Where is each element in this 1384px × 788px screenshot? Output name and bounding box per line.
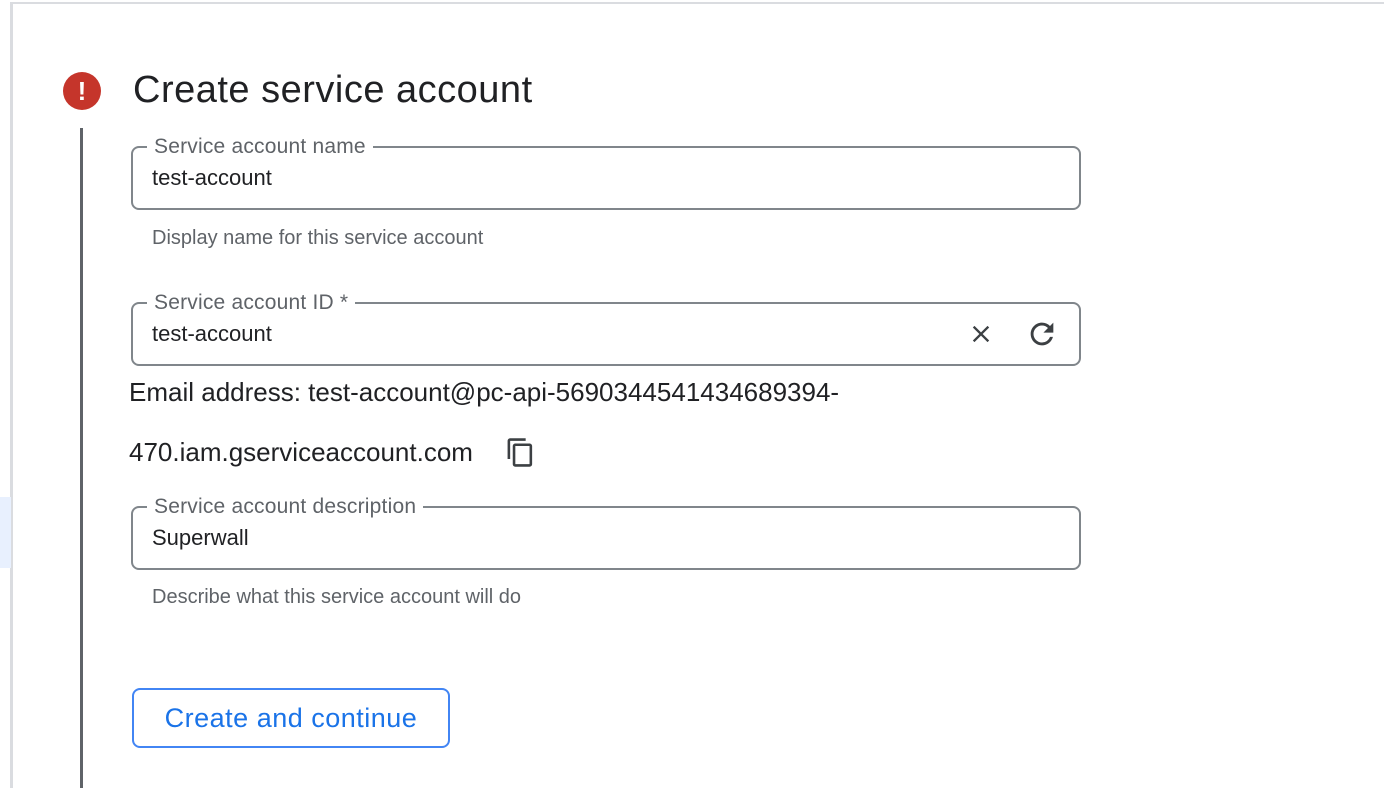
email-address-block: Email address: test-account@pc-api-56903… bbox=[129, 362, 839, 482]
stepper-connector-line bbox=[80, 128, 83, 788]
create-and-continue-label: Create and continue bbox=[165, 703, 418, 734]
service-account-id-field: Service account ID * bbox=[131, 302, 1081, 366]
id-field-actions bbox=[967, 304, 1059, 364]
nav-highlight-sliver bbox=[0, 497, 11, 568]
panel-left-border bbox=[10, 2, 13, 788]
refresh-icon bbox=[1025, 317, 1059, 351]
exclamation-glyph: ! bbox=[78, 78, 87, 104]
service-account-id-label: Service account ID * bbox=[147, 291, 355, 315]
content-copy-icon bbox=[505, 437, 536, 468]
close-x-icon bbox=[967, 320, 995, 348]
email-address-line1: Email address: test-account@pc-api-56903… bbox=[129, 362, 839, 422]
service-account-name-helper: Display name for this service account bbox=[152, 227, 483, 249]
error-step-icon: ! bbox=[63, 72, 101, 110]
page-title: Create service account bbox=[133, 66, 533, 114]
service-account-description-helper: Describe what this service account will … bbox=[152, 586, 521, 608]
clear-id-button[interactable] bbox=[967, 320, 995, 348]
regenerate-id-button[interactable] bbox=[1025, 317, 1059, 351]
create-and-continue-button[interactable]: Create and continue bbox=[132, 688, 450, 748]
service-account-name-field: Service account name bbox=[131, 146, 1081, 210]
service-account-description-label: Service account description bbox=[147, 495, 423, 519]
panel-top-border bbox=[10, 2, 1384, 4]
service-account-description-field: Service account description bbox=[131, 506, 1081, 570]
service-account-name-label: Service account name bbox=[147, 135, 373, 159]
copy-email-button[interactable] bbox=[505, 437, 536, 468]
email-address-line2: 470.iam.gserviceaccount.com bbox=[129, 422, 473, 482]
